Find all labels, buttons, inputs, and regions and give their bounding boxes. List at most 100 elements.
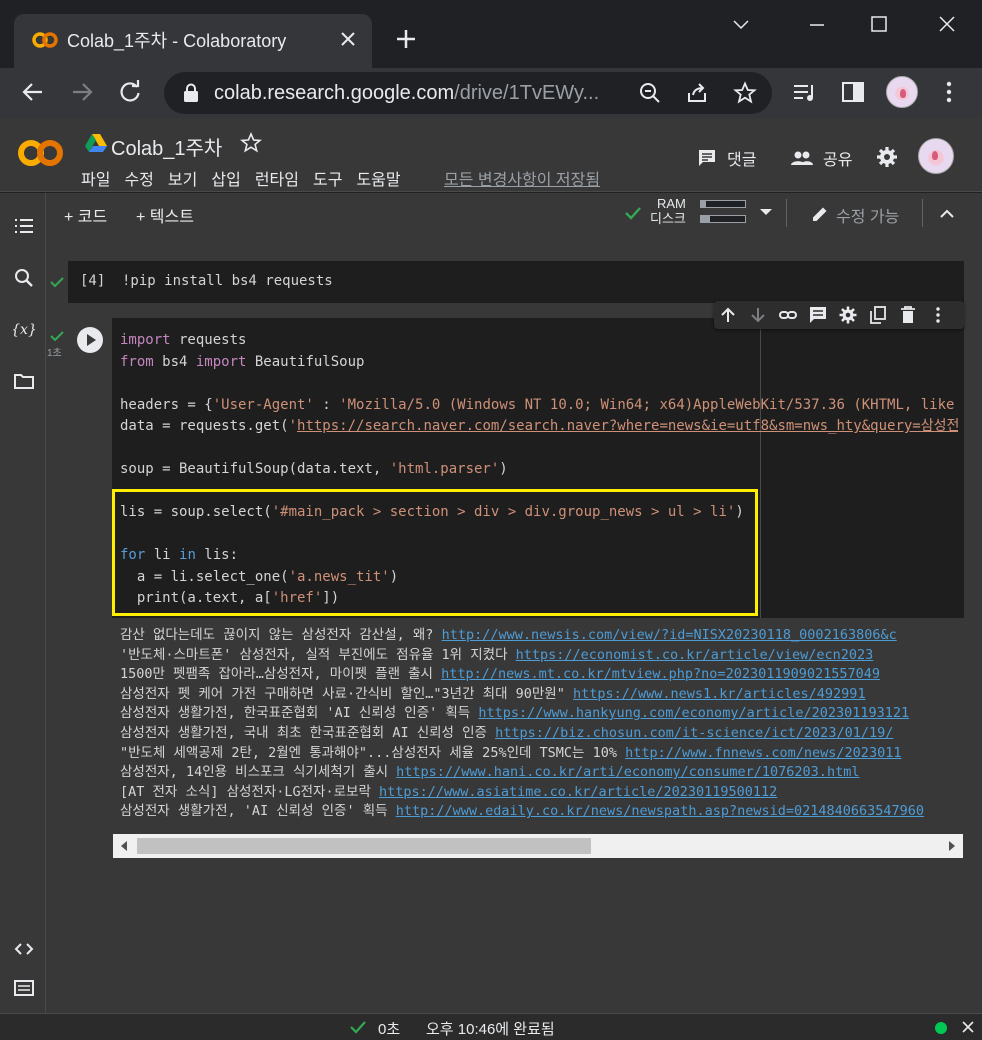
- address-bar[interactable]: colab.research.google.com/drive/1TvEWy..…: [164, 72, 772, 114]
- chevron-up-icon[interactable]: [938, 205, 956, 223]
- minimize-icon[interactable]: [802, 12, 832, 38]
- star-icon[interactable]: [240, 132, 262, 154]
- side-panel-icon[interactable]: [838, 77, 868, 107]
- output-link[interactable]: https://economist.co.kr/article/view/ecn…: [516, 647, 874, 663]
- output-line: 삼성전자 생활가전, 한국표준협회 'AI 신뢰성 인증' 획득 https:/…: [120, 704, 964, 724]
- ram-meter-fill: [701, 201, 707, 207]
- disk-label: 디스크: [650, 211, 686, 226]
- reload-icon[interactable]: [115, 77, 145, 107]
- output-link[interactable]: https://www.hankyung.com/economy/article…: [478, 705, 909, 721]
- output-headline: 삼성전자 생활가전, 국내 최초 한국표준협회 AI 신뢰성 인증: [120, 724, 496, 741]
- gear-icon[interactable]: [876, 146, 898, 168]
- menubar: 파일 수정 보기 삽입 런타임 도구 도움말: [81, 166, 415, 190]
- output-line: 삼성전자 생활가전, 'AI 신뢰성 인증' 획득 http://www.eda…: [120, 802, 964, 822]
- notebook-title[interactable]: Colab_1주차: [111, 132, 222, 161]
- browser-tab[interactable]: Colab_1주차 - Colaboratory: [14, 14, 372, 68]
- arrow-down-icon[interactable]: [749, 306, 767, 324]
- lock-icon[interactable]: [182, 83, 200, 103]
- status-message[interactable]: 오후 10:46에 완료됨: [426, 1018, 555, 1039]
- cell-toolbar: [714, 301, 964, 329]
- scroll-left-icon[interactable]: [121, 841, 127, 851]
- link-icon[interactable]: [779, 306, 797, 324]
- code-cell-1[interactable]: [4] !pip install bs4 requests: [68, 261, 964, 303]
- browser-toolbar: colab.research.google.com/drive/1TvEWy..…: [0, 68, 982, 118]
- arrow-up-icon[interactable]: [719, 306, 737, 324]
- delete-icon[interactable]: [899, 306, 917, 324]
- mirror-icon[interactable]: [869, 306, 887, 324]
- ram-meter[interactable]: [700, 200, 746, 208]
- left-rail: {x}: [0, 193, 46, 1013]
- output-link[interactable]: http://www.newsis.com/view/?id=NISX20230…: [442, 627, 897, 643]
- menu-tools[interactable]: 도구: [313, 166, 342, 190]
- disk-meter-fill: [701, 216, 710, 222]
- yellow-highlight-box: [112, 489, 758, 616]
- output-horizontal-scrollbar[interactable]: [113, 834, 963, 858]
- connection-status-dot[interactable]: [935, 1022, 947, 1034]
- account-avatar[interactable]: [918, 138, 954, 174]
- search-icon[interactable]: [13, 267, 35, 289]
- status-elapsed[interactable]: 0초: [378, 1018, 400, 1039]
- output-text[interactable]: 감산 없다는데도 끊이지 않는 삼성전자 감산설, 왜? http://www.…: [120, 626, 964, 826]
- plus-icon[interactable]: [393, 26, 419, 52]
- output-headline: "반도체 세액공제 2탄, 2월엔 통과해야"...삼성전자 세율 25%인데 …: [120, 744, 626, 761]
- media-icon[interactable]: [790, 77, 820, 107]
- resource-labels[interactable]: RAM 디스크: [650, 196, 686, 226]
- output-link[interactable]: http://news.mt.co.kr/mtview.php?no=20230…: [441, 666, 880, 682]
- menu-insert[interactable]: 삽입: [211, 166, 240, 190]
- close-icon[interactable]: [962, 1021, 974, 1033]
- menu-file[interactable]: 파일: [81, 166, 110, 190]
- comment-button[interactable]: 댓글: [697, 146, 756, 170]
- output-line: 삼성전자 펫 케어 가전 구매하면 사료·간식비 할인…"3년간 최대 90만원…: [120, 685, 964, 705]
- output-link[interactable]: https://biz.chosun.com/it-science/ict/20…: [495, 725, 893, 741]
- share-icon[interactable]: [685, 81, 709, 105]
- output-link[interactable]: http://www.fnnews.com/news/2023011: [625, 745, 901, 761]
- run-icon[interactable]: [77, 327, 103, 353]
- gear-icon[interactable]: [839, 306, 857, 324]
- bookmark-star-icon[interactable]: [733, 81, 757, 105]
- colab-logo-icon[interactable]: [18, 138, 64, 168]
- comment-icon[interactable]: [809, 306, 827, 324]
- save-status[interactable]: 모든 변경사항이 저장됨: [444, 166, 600, 190]
- menu-dots-icon[interactable]: [934, 77, 964, 107]
- zoom-icon[interactable]: [638, 81, 662, 105]
- colab-header: Colab_1주차 파일 수정 보기 삽입 런타임 도구 도움말 모든 변경사항…: [0, 118, 982, 192]
- output-headline: 삼성전자 펫 케어 가전 구매하면 사료·간식비 할인…"3년간 최대 90만원…: [120, 685, 573, 702]
- forward-icon[interactable]: [67, 77, 97, 107]
- menu-help[interactable]: 도움말: [356, 166, 400, 190]
- menu-edit[interactable]: 수정: [124, 166, 153, 190]
- chevron-down-icon[interactable]: [759, 207, 773, 217]
- drive-icon[interactable]: [85, 133, 107, 153]
- chevron-down-icon[interactable]: [726, 12, 756, 38]
- vertical-scrollbar[interactable]: [965, 235, 982, 1013]
- menu-dots-icon[interactable]: [929, 306, 947, 324]
- comment-label: 댓글: [727, 152, 757, 169]
- folder-icon[interactable]: [13, 370, 35, 392]
- output-link[interactable]: https://www.news1.kr/articles/492991: [573, 686, 866, 702]
- cell-gutter: [68, 318, 112, 618]
- output-line: 감산 없다는데도 끊이지 않는 삼성전자 감산설, 왜? http://www.…: [120, 626, 964, 646]
- close-window-icon[interactable]: [932, 12, 962, 38]
- profile-avatar[interactable]: [886, 76, 918, 108]
- add-text-button[interactable]: + 텍스트: [136, 203, 194, 227]
- output-link[interactable]: https://www.hani.co.kr/arti/economy/cons…: [396, 764, 859, 780]
- cell-code[interactable]: !pip install bs4 requests: [122, 273, 333, 289]
- menu-view[interactable]: 보기: [168, 166, 197, 190]
- edit-mode-label[interactable]: 수정 가능: [836, 203, 899, 227]
- output-line: 삼성전자, 14인용 비스포크 식기세척기 출시 https://www.han…: [120, 763, 964, 783]
- code-snippets-icon[interactable]: [13, 938, 35, 960]
- terminal-icon[interactable]: [13, 977, 35, 999]
- close-icon[interactable]: [336, 27, 360, 51]
- scroll-right-icon[interactable]: [949, 841, 955, 851]
- maximize-icon[interactable]: [864, 12, 894, 38]
- url-text: colab.research.google.com/drive/1TvEWy..…: [214, 82, 600, 104]
- output-link[interactable]: https://www.asiatime.co.kr/article/20230…: [379, 784, 777, 800]
- toc-icon[interactable]: [13, 215, 35, 237]
- back-icon[interactable]: [18, 77, 48, 107]
- variables-icon[interactable]: {x}: [13, 318, 35, 340]
- output-link[interactable]: http://www.edaily.co.kr/news/newspath.as…: [396, 803, 924, 819]
- disk-meter[interactable]: [700, 215, 746, 223]
- scroll-thumb[interactable]: [137, 838, 591, 854]
- menu-runtime[interactable]: 런타임: [255, 166, 299, 190]
- add-code-button[interactable]: + 코드: [64, 203, 107, 227]
- share-button[interactable]: 공유: [791, 146, 852, 170]
